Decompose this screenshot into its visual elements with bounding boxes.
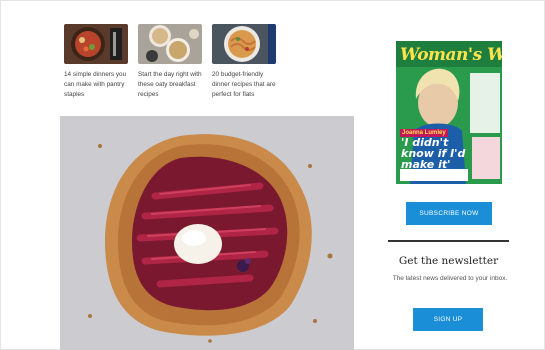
article-card[interactable]: Start the day right with these oaty brea… — [138, 24, 204, 100]
newsletter-title: Get the newsletter — [398, 255, 499, 267]
article-card[interactable]: 20 budget-friendly dinner recipes that a… — [212, 24, 278, 100]
magazine-headline: 'I didn't know if I'd make it' — [401, 136, 466, 171]
article-title[interactable]: Start the day right with these oaty brea… — [138, 70, 204, 100]
subscribe-button[interactable]: Subscribe Now — [406, 202, 492, 225]
article-thumbnail-pasta[interactable] — [212, 24, 276, 64]
rhubarb-galette-icon — [60, 116, 354, 350]
signup-button[interactable]: Sign up — [413, 308, 483, 331]
newsletter-description: The latest news delivered to your inbox. — [392, 275, 508, 282]
article-thumbnail-stew[interactable] — [64, 24, 128, 64]
magazine-cover[interactable]: Woman's Weekly Joanna Lumley 'I didn't k… — [396, 41, 502, 184]
article-title[interactable]: 14 simple dinners you can make with pant… — [64, 70, 130, 100]
newsletter-divider — [388, 240, 509, 242]
article-card[interactable]: 14 simple dinners you can make with pant… — [64, 24, 130, 100]
article-thumbnail-oats[interactable] — [138, 24, 202, 64]
article-title[interactable]: 20 budget-friendly dinner recipes that a… — [212, 70, 278, 100]
hero-image[interactable] — [60, 116, 354, 350]
